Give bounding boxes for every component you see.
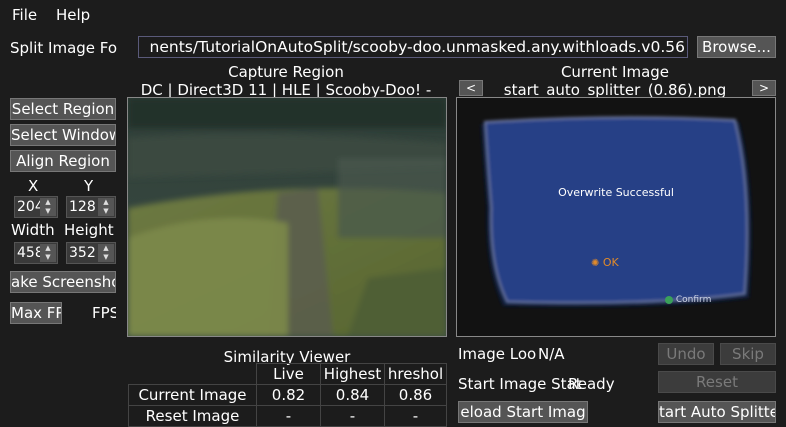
reset-threshold-value: - <box>384 405 447 427</box>
current-threshold-value: 0.86 <box>384 384 447 406</box>
width-stepper-arrows[interactable]: ▲ ▼ <box>40 244 56 262</box>
ok-prompt: ✺ OK <box>591 256 619 269</box>
row-label-reset-image: Reset Image <box>128 405 257 427</box>
reset-highest-value: - <box>320 405 385 427</box>
paw-icon: ✺ <box>591 258 600 269</box>
chevron-up-icon[interactable]: ▲ <box>40 244 56 253</box>
chevron-down-icon[interactable]: ▼ <box>98 207 114 216</box>
align-region-button[interactable]: Align Region <box>10 150 116 172</box>
image-loop-value: N/A <box>538 345 565 363</box>
y-label: Y <box>84 177 94 195</box>
fps-label: FPS <box>92 304 116 322</box>
confirm-text: Confirm <box>675 295 712 305</box>
capture-preview <box>127 97 447 337</box>
y-spinbox[interactable]: 128 ▲ ▼ <box>66 196 116 218</box>
current-image-title: Current Image <box>560 63 670 81</box>
reset-live-value: - <box>256 405 321 427</box>
reset-button[interactable]: Reset <box>658 371 776 393</box>
height-label: Height <box>64 221 114 239</box>
max-fps-button[interactable]: Max FPS <box>10 302 62 324</box>
column-threshold: hreshol <box>384 363 447 385</box>
take-screenshot-button[interactable]: ake Screensho <box>10 271 116 293</box>
split-image-folder-path: nents/TutorialOnAutoSplit/scooby-doo.unm… <box>149 38 685 56</box>
browse-button[interactable]: Browse... <box>697 36 776 58</box>
confirm-prompt: Confirm <box>665 295 711 305</box>
capture-region-title: Capture Region <box>228 63 344 81</box>
image-loop-label: Image Loo <box>458 345 537 363</box>
x-stepper-arrows[interactable]: ▲ ▼ <box>40 198 56 216</box>
previous-image-button[interactable]: < <box>459 80 483 96</box>
confirm-button-icon <box>665 295 673 304</box>
column-highest: Highest <box>320 363 385 385</box>
current-image-preview: Overwrite Successful ✺ OK Confirm <box>456 97 776 337</box>
width-label: Width <box>11 221 55 239</box>
width-value: 458 <box>17 245 41 261</box>
similarity-corner-cell <box>128 363 257 385</box>
menu-file[interactable]: File <box>12 4 37 26</box>
similarity-header-row: Live Highest hreshol <box>128 363 447 385</box>
table-row: Reset Image - - - <box>128 405 447 427</box>
x-spinbox[interactable]: 204 ▲ ▼ <box>14 196 58 218</box>
split-image-folder-label: Split Image Fo <box>10 39 118 57</box>
chevron-up-icon[interactable]: ▲ <box>40 198 56 207</box>
y-value: 128 <box>69 199 96 215</box>
select-window-button[interactable]: Select Window <box>10 124 116 146</box>
start-auto-splitter-button[interactable]: tart Auto Splitte <box>658 401 776 423</box>
height-stepper-arrows[interactable]: ▲ ▼ <box>98 244 114 262</box>
chevron-down-icon[interactable]: ▼ <box>98 253 114 262</box>
chevron-down-icon[interactable]: ▼ <box>40 253 56 262</box>
table-row: Current Image 0.82 0.84 0.86 <box>128 384 447 406</box>
menu-help[interactable]: Help <box>56 4 90 26</box>
current-live-value: 0.82 <box>256 384 321 406</box>
undo-button[interactable]: Undo <box>658 343 714 365</box>
overwrite-successful-text: Overwrite Successful <box>558 186 674 199</box>
skip-button[interactable]: Skip <box>720 343 776 365</box>
height-spinbox[interactable]: 352 ▲ ▼ <box>66 242 116 264</box>
next-image-button[interactable]: > <box>752 80 776 96</box>
width-spinbox[interactable]: 458 ▲ ▼ <box>14 242 58 264</box>
start-image-status-value: Ready <box>568 375 615 393</box>
current-image-graphic <box>481 116 752 307</box>
column-live: Live <box>256 363 321 385</box>
capture-preview-image <box>128 98 446 336</box>
chevron-down-icon[interactable]: ▼ <box>40 207 56 216</box>
split-image-folder-input[interactable]: nents/TutorialOnAutoSplit/scooby-doo.unm… <box>138 36 688 58</box>
reload-start-image-button[interactable]: eload Start Imag <box>458 401 588 423</box>
current-highest-value: 0.84 <box>320 384 385 406</box>
x-label: X <box>28 177 39 195</box>
ok-text: OK <box>602 256 619 269</box>
height-value: 352 <box>69 245 96 261</box>
similarity-table: Live Highest hreshol Current Image 0.82 … <box>128 363 447 427</box>
select-region-button[interactable]: Select Region <box>10 98 116 120</box>
row-label-current-image: Current Image <box>128 384 257 406</box>
y-stepper-arrows[interactable]: ▲ ▼ <box>98 198 114 216</box>
x-value: 204 <box>17 199 41 215</box>
chevron-up-icon[interactable]: ▲ <box>98 198 114 207</box>
chevron-up-icon[interactable]: ▲ <box>98 244 114 253</box>
